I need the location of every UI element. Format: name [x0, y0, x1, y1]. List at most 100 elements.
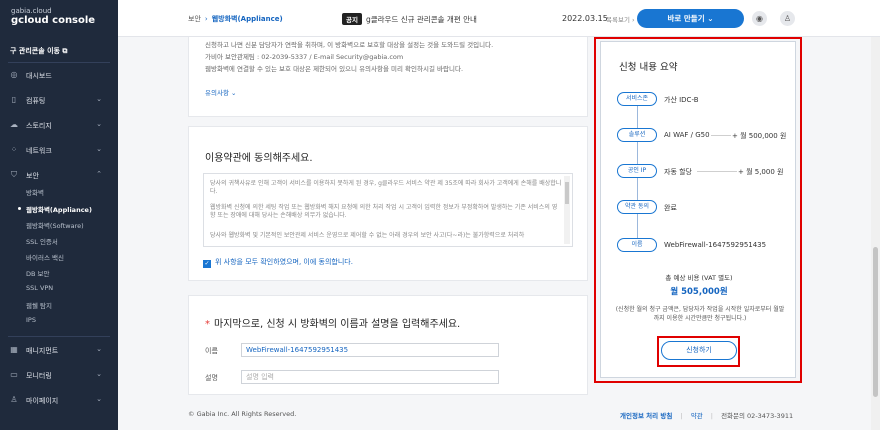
chevron-down-icon: ⌄ — [96, 145, 102, 153]
chevron-down-icon: ⌄ — [96, 120, 102, 128]
name-label: 이름 — [205, 347, 218, 355]
chevron-down-icon: ⌄ — [96, 345, 102, 353]
dotted-leader — [697, 171, 737, 172]
chevron-down-icon: ⌄ — [96, 370, 102, 378]
notice-list-link[interactable]: 목록보기 › — [606, 14, 635, 24]
network-icon: ⁘ — [10, 145, 18, 154]
chat-icon[interactable]: ◉ — [752, 11, 767, 26]
sidebar-sub-ssl-vpn[interactable]: SSL VPN — [26, 284, 53, 292]
sidebar-sub-antivirus[interactable]: 바이러스 백신 — [26, 252, 64, 262]
breadcrumb: 보안 › 웹방화벽(Appliance) — [188, 14, 283, 24]
required-mark: * — [205, 319, 210, 330]
breadcrumb-current: 웹방화벽(Appliance) — [211, 15, 283, 23]
brand-line2: gcloud console — [11, 15, 96, 26]
grid-icon: ▦ — [10, 345, 18, 354]
user-icon[interactable]: ♙ — [780, 11, 795, 26]
total-cost-value: 월 505,000원 — [670, 287, 728, 297]
name-input[interactable]: WebFirewall-1647592951435 — [241, 343, 499, 357]
shield-icon: ⛉ — [11, 170, 17, 179]
sidebar-sub-webshell[interactable]: 웹쉘 탐지 — [26, 300, 52, 310]
server-icon: ▯ — [11, 95, 17, 104]
terms-paragraph: 당사와 웹방화벽 및 기본적인 보안관제 서비스 운영으로 제어할 수 없는 아… — [210, 232, 525, 239]
sidebar-sub-waf-software[interactable]: 웹방화벽(Software) — [26, 220, 84, 230]
desc-label: 설명 — [205, 374, 218, 382]
breadcrumb-arrow-icon: › — [204, 15, 208, 23]
sidebar-item-monitoring[interactable]: ▭ 모니터링 ⌄ — [0, 369, 118, 383]
info-card: 신청하고 나면 신분 담당자가 연락을 취하며, 이 방화벽으로 보호할 대상을… — [188, 37, 588, 117]
sidebar-sub-firewall[interactable]: 방화벽 — [26, 187, 44, 197]
footer-links: 개인정보 처리 방침 | 약관 | 전화문의 02-3473-3911 — [620, 410, 793, 420]
sidebar-item-storage[interactable]: ☁ 스토리지 ⌄ — [0, 119, 118, 133]
summary-pill-terms: 약관 동의 — [617, 200, 657, 214]
apply-button[interactable]: 신청하기 — [661, 341, 737, 360]
chevron-down-icon: ⌄ — [96, 95, 102, 103]
sidebar-sub-ssl[interactable]: SSL 인증서 — [26, 236, 58, 246]
sidebar-item-mypage[interactable]: ♙ 마이페이지 ⌄ — [0, 394, 118, 408]
external-link-icon: ⧉ — [62, 47, 68, 55]
sidebar-item-computing[interactable]: ▯ 컴퓨팅 ⌄ — [0, 94, 118, 108]
info-line: 가비아 보안관제팀 : 02-2039-5337 / E-mail Securi… — [205, 53, 404, 61]
name-desc-card: * 마지막으로, 신청 시 방화벽의 이름과 설명을 입력해주세요. 이름 Web… — [188, 295, 588, 395]
summary-pill-name: 이름 — [617, 238, 657, 252]
dotted-leader — [711, 135, 731, 136]
scroll-thumb[interactable] — [873, 247, 878, 397]
info-line: 신청하고 나면 신분 담당자가 연락을 취하며, 이 방화벽으로 보호할 대상을… — [205, 41, 494, 49]
divider: | — [680, 412, 683, 420]
sidebar-sub-waf-appliance[interactable]: 웹방화벽(Appliance) — [18, 204, 92, 214]
summary-value-ip: 자동 할당 — [664, 168, 692, 176]
sidebar-item-dashboard[interactable]: ◎ 대시보드 — [0, 69, 118, 83]
contact-text: 전화문의 02-3473-3911 — [721, 412, 794, 420]
summary-value-solution: AI WAF / G50 — [664, 131, 710, 139]
cloud-icon: ☁ — [10, 120, 18, 129]
page-scrollbar[interactable] — [871, 37, 880, 430]
sidebar-item-management[interactable]: ▦ 매니지먼트 ⌄ — [0, 344, 118, 358]
check-icon: ✓ — [203, 260, 211, 268]
summary-price-solution: + 월 500,000 원 — [732, 132, 787, 140]
divider: | — [710, 412, 713, 420]
terms-scrollbar[interactable] — [564, 176, 570, 244]
terms-paragraph: 당사의 귀책사유로 인해 고객이 서비스를 이용하지 못하게 된 경우, g클라… — [210, 180, 562, 195]
summary-value-terms: 완료 — [664, 204, 677, 212]
summary-value-name: WebFirewall-1647592951435 — [664, 241, 767, 249]
breadcrumb-parent[interactable]: 보안 — [188, 15, 201, 23]
info-line: 웹방화벽에 연결할 수 있는 보호 대상은 제한되어 있으니 유의사항을 미리 … — [205, 65, 464, 73]
total-cost-label: 총 예상 비용 (VAT 별도) — [665, 274, 733, 282]
sidebar-sub-ips[interactable]: IPS — [26, 316, 36, 324]
notice-toggle-link[interactable]: 유의사항 ⌄ — [205, 87, 236, 97]
monitor-icon: ▭ — [10, 370, 18, 379]
legacy-console-link[interactable]: 구 관리콘솔 이동 ⧉ — [10, 46, 67, 56]
notice-banner[interactable]: 공지 g클라우드 신규 관리콘솔 개편 안내 — [342, 13, 477, 25]
agree-label: 위 사항을 모두 확인하였으며, 이에 동의합니다. — [215, 258, 353, 266]
notice-text: g클라우드 신규 관리콘솔 개편 안내 — [365, 15, 477, 24]
summary-pill-ip: 공인 IP — [617, 164, 657, 178]
terms-heading: 이용약관에 동의해주세요. — [205, 153, 313, 164]
terms-card: 이용약관에 동의해주세요. 당사의 귀책사유로 인해 고객이 서비스를 이용하지… — [188, 126, 588, 281]
scroll-thumb[interactable] — [565, 182, 569, 204]
brand-logo[interactable]: gabia.cloud gcloud console — [11, 7, 96, 26]
summary-pill-solution: 솔루션 — [617, 128, 657, 142]
quick-create-button[interactable]: 바로 만들기 ⌄ — [637, 9, 744, 28]
chevron-down-icon: ⌄ — [96, 395, 102, 403]
summary-price-ip: + 월 5,000 원 — [738, 168, 784, 176]
summary-title: 신청 내용 요약 — [619, 62, 678, 73]
dashboard-icon: ◎ — [10, 70, 18, 79]
desc-input[interactable]: 설명 입력 — [241, 370, 499, 384]
final-heading: * 마지막으로, 신청 시 방화벽의 이름과 설명을 입력해주세요. — [205, 319, 461, 330]
top-bar: 보안 › 웹방화벽(Appliance) 공지 g클라우드 신규 관리콘솔 개편 안내… — [118, 0, 880, 37]
summary-panel: 신청 내용 요약 서비스존 가산 IDC-B 솔루션 AI WAF / G50 … — [600, 41, 796, 378]
terms-link[interactable]: 약관 — [691, 412, 703, 420]
divider — [8, 62, 110, 63]
terms-box[interactable]: 당사의 귀책사유로 인해 고객이 서비스를 이용하지 못하게 된 경우, g클라… — [203, 173, 573, 247]
chevron-up-icon: ⌃ — [96, 170, 102, 178]
divider — [8, 336, 110, 337]
copyright: © Gabia Inc. All Rights Reserved. — [188, 410, 297, 418]
notice-tag: 공지 — [342, 13, 362, 25]
summary-value-zone: 가산 IDC-B — [664, 96, 699, 104]
billing-note: (신청한 월의 청구 금액은, 담당자가 작업을 시작한 일자로부터 월말까지 … — [615, 306, 785, 322]
sidebar-item-security[interactable]: ⛉ 보안 ⌃ — [0, 169, 118, 183]
sidebar-item-network[interactable]: ⁘ 네트워크 ⌄ — [0, 144, 118, 158]
agree-checkbox[interactable]: ✓ 위 사항을 모두 확인하였으며, 이에 동의합니다. — [203, 257, 353, 268]
privacy-link[interactable]: 개인정보 처리 방침 — [620, 412, 672, 420]
user-icon: ♙ — [10, 395, 18, 404]
sidebar-sub-db-security[interactable]: DB 보안 — [26, 268, 50, 278]
